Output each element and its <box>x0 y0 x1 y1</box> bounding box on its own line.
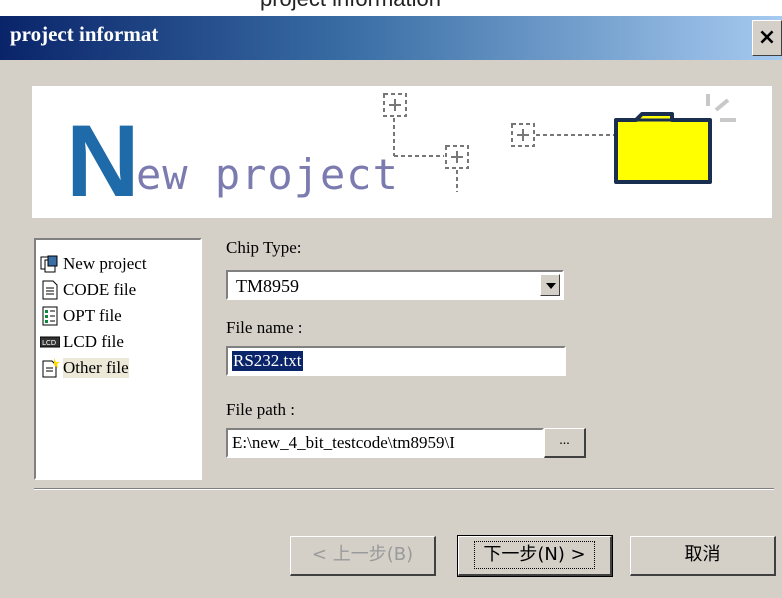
chip-type-select[interactable]: TM8959 <box>226 270 564 300</box>
file-path-input[interactable]: E:\new_4_bit_testcode\tm8959\I <box>226 428 544 458</box>
option-file-icon <box>40 306 60 326</box>
list-item-label: Other file <box>63 358 129 378</box>
separator-highlight <box>34 489 774 490</box>
title-bar[interactable]: project informat × <box>0 16 782 60</box>
list-item-label: CODE file <box>63 280 137 299</box>
document-icon <box>40 280 60 300</box>
banner-graphics <box>383 93 736 192</box>
file-type-list[interactable]: New project CODE file OPT file LCD LCD f… <box>34 238 202 480</box>
caption-text: project information <box>260 0 441 10</box>
list-item-label: New project <box>63 254 147 273</box>
list-item-code-file[interactable]: CODE file <box>40 278 136 302</box>
lcd-icon: LCD <box>40 332 60 352</box>
project-information-dialog: project informat × N ew project New proj… <box>0 16 782 598</box>
next-button[interactable]: 下一步(N) > <box>457 535 613 577</box>
chevron-down-icon[interactable] <box>540 274 560 296</box>
browse-button[interactable]: ... <box>544 428 586 458</box>
project-icon <box>40 254 60 274</box>
folder-icon <box>614 112 712 184</box>
cancel-button[interactable]: 取消 <box>630 536 776 576</box>
file-name-label: File name : <box>226 318 303 337</box>
close-button[interactable]: × <box>752 20 782 56</box>
chip-type-value: TM8959 <box>236 276 299 296</box>
list-item-opt-file[interactable]: OPT file <box>40 304 122 328</box>
new-project-banner: N ew project <box>32 86 772 218</box>
other-file-icon <box>40 358 60 378</box>
file-path-label: File path : <box>226 400 295 419</box>
file-path-value: E:\new_4_bit_testcode\tm8959\I <box>232 433 455 452</box>
list-item-label: LCD file <box>63 332 124 351</box>
window-title: project informat <box>10 22 159 46</box>
list-item-other-file[interactable]: Other file <box>40 356 129 380</box>
next-button-label: 下一步(N) > <box>474 541 595 569</box>
back-button[interactable]: < 上一步(B) <box>290 536 436 576</box>
file-name-input[interactable]: RS232.txt <box>226 346 566 376</box>
svg-text:LCD: LCD <box>42 339 56 347</box>
list-item-lcd-file[interactable]: LCD LCD file <box>40 330 124 354</box>
list-item-new-project[interactable]: New project <box>40 252 147 276</box>
chip-type-label: Chip Type: <box>226 238 302 257</box>
background-caption: project information <box>0 0 782 16</box>
list-item-label: OPT file <box>63 306 122 325</box>
file-name-value: RS232.txt <box>232 351 303 371</box>
